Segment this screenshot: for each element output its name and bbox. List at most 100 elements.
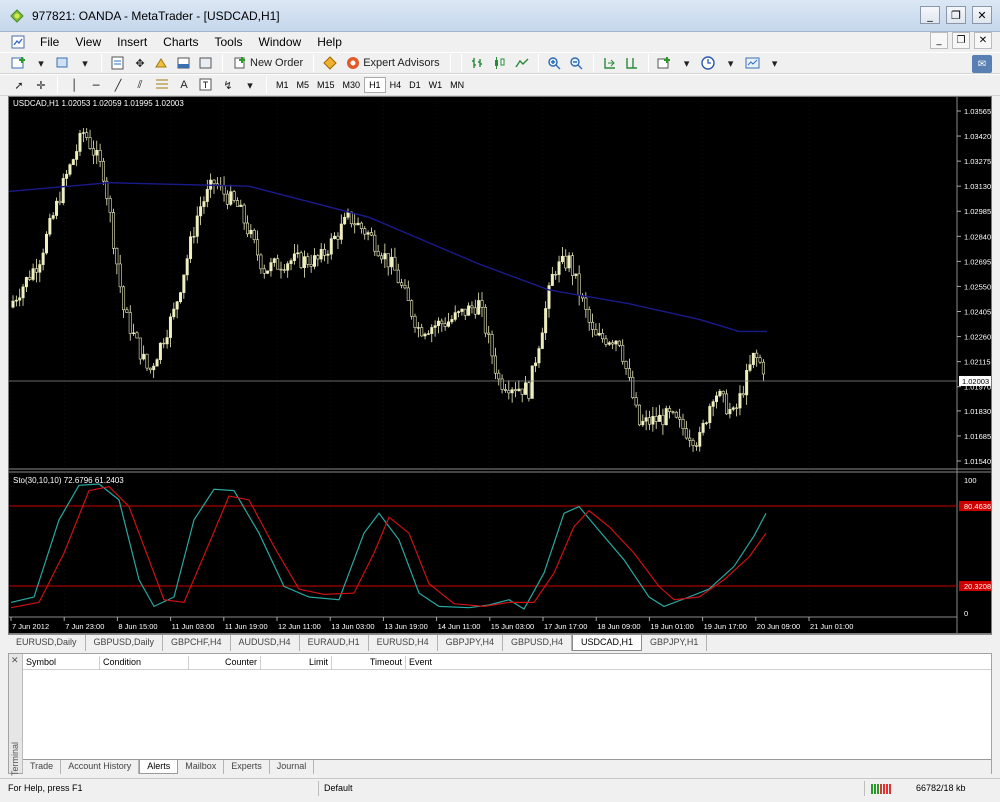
fibonacci-icon[interactable] — [153, 76, 171, 94]
chart-tab-eurusd-h4[interactable]: EURUSD,H4 — [369, 635, 438, 651]
equidistant-channel-icon[interactable]: ⫽ — [131, 76, 149, 94]
candle-body — [122, 286, 126, 311]
column-timeout[interactable]: Timeout — [332, 656, 406, 670]
chart-tab-euraud-h1[interactable]: EURAUD,H1 — [300, 635, 369, 651]
text-tool-icon[interactable]: A — [175, 76, 193, 94]
zoom-in-icon[interactable] — [546, 54, 564, 72]
menu-file[interactable]: File — [32, 35, 67, 49]
chart-tab-audusd-h4[interactable]: AUDUSD,H4 — [231, 635, 300, 651]
dropdown-arrow-icon[interactable]: ▾ — [241, 76, 259, 94]
navigator-icon[interactable] — [153, 54, 171, 72]
timeframe-h1[interactable]: H1 — [364, 77, 386, 93]
metaeditor-icon[interactable] — [321, 54, 339, 72]
menu-tools[interactable]: Tools — [207, 35, 251, 49]
data-window-icon[interactable]: ✥ — [131, 54, 149, 72]
auto-scroll-icon[interactable] — [601, 54, 619, 72]
trendline-icon[interactable]: ╱ — [109, 76, 127, 94]
candle-body — [557, 261, 561, 275]
close-icon[interactable]: ✕ — [11, 656, 19, 666]
timeframe-w1[interactable]: W1 — [425, 77, 447, 93]
candle-body — [550, 273, 554, 286]
market-watch-icon[interactable] — [109, 54, 127, 72]
child-minimize-button[interactable]: _ — [930, 32, 948, 49]
bar-chart-icon[interactable] — [469, 54, 487, 72]
expert-advisors-button[interactable]: Expert Advisors — [343, 54, 442, 72]
close-button[interactable]: ✕ — [972, 6, 992, 24]
chart-tab-gbpusd-daily[interactable]: GBPUSD,Daily — [86, 635, 164, 651]
chart-tab-gbpchf-h4[interactable]: GBPCHF,H4 — [163, 635, 231, 651]
restore-button[interactable]: ❐ — [946, 6, 966, 24]
chart-tab-gbpjpy-h1[interactable]: GBPJPY,H1 — [642, 635, 708, 651]
candle-body — [400, 282, 404, 286]
column-counter[interactable]: Counter — [189, 656, 261, 670]
tab-journal[interactable]: Journal — [270, 760, 315, 774]
menu-insert[interactable]: Insert — [109, 35, 155, 49]
zoom-out-icon[interactable] — [568, 54, 586, 72]
menu-charts[interactable]: Charts — [155, 35, 206, 49]
candle-body — [38, 264, 42, 273]
menu-help[interactable]: Help — [309, 35, 350, 49]
chart-tab-gbpusd-h4[interactable]: GBPUSD,H4 — [503, 635, 572, 651]
help-chat-icon[interactable]: ✉ — [972, 55, 992, 73]
candle-body — [738, 393, 742, 409]
chart-tab-usdcad-h1[interactable]: USDCAD,H1 — [571, 635, 642, 651]
timeframe-h4[interactable]: H4 — [386, 77, 406, 93]
tab-experts[interactable]: Experts — [224, 760, 270, 774]
status-help-text: For Help, press F1 — [8, 783, 83, 793]
menu-view[interactable]: View — [67, 35, 109, 49]
timeframe-d1[interactable]: D1 — [405, 77, 425, 93]
vertical-line-icon[interactable]: │ — [65, 76, 83, 94]
tab-mailbox[interactable]: Mailbox — [178, 760, 225, 774]
column-limit[interactable]: Limit — [261, 656, 332, 670]
dropdown-arrow-icon[interactable]: ▾ — [678, 54, 696, 72]
new-order-button[interactable]: New Order — [230, 54, 306, 72]
periods-clock-icon[interactable] — [700, 54, 718, 72]
timeframe-mn[interactable]: MN — [446, 77, 468, 93]
minimize-button[interactable]: _ — [920, 6, 940, 24]
column-condition[interactable]: Condition — [100, 656, 189, 670]
child-restore-button[interactable]: ❐ — [952, 32, 970, 49]
candlestick-icon[interactable] — [491, 54, 509, 72]
line-studies-toolbar: ➚ ✛ │ ─ ╱ ⫽ A ↯ ▾ M1 M5 M15 M30 H1 H4 D1… — [0, 74, 1000, 96]
tab-account-history[interactable]: Account History — [61, 760, 140, 774]
tab-trade[interactable]: Trade — [23, 760, 62, 774]
candle-body — [199, 206, 203, 217]
chart-shift-icon[interactable] — [623, 54, 641, 72]
child-close-button[interactable]: ✕ — [974, 32, 992, 49]
tab-alerts[interactable]: Alerts — [139, 760, 179, 774]
terminal-icon[interactable] — [175, 54, 193, 72]
strategy-tester-icon[interactable] — [197, 54, 215, 72]
timeframe-m15[interactable]: M15 — [313, 77, 339, 93]
new-chart-icon[interactable] — [10, 54, 28, 72]
crosshair-icon[interactable]: ✛ — [32, 76, 50, 94]
menu-window[interactable]: Window — [251, 35, 310, 49]
line-chart-icon[interactable] — [513, 54, 531, 72]
timeframe-m30[interactable]: M30 — [339, 77, 365, 93]
candle-body — [698, 432, 702, 447]
timeframe-m5[interactable]: M5 — [293, 77, 314, 93]
templates-icon[interactable] — [744, 54, 762, 72]
candle-body — [674, 411, 678, 418]
dropdown-arrow-icon[interactable]: ▾ — [722, 54, 740, 72]
profiles-icon[interactable] — [54, 54, 72, 72]
column-event[interactable]: Event — [406, 656, 991, 670]
column-symbol[interactable]: Symbol — [23, 656, 100, 670]
indicators-icon[interactable] — [656, 54, 674, 72]
chart-tab-eurusd-daily[interactable]: EURUSD,Daily — [8, 635, 86, 651]
text-label-icon[interactable] — [197, 76, 215, 94]
candle-body — [158, 342, 162, 360]
horizontal-line-icon[interactable]: ─ — [87, 76, 105, 94]
candle-body — [467, 305, 471, 316]
dropdown-arrow-icon[interactable]: ▾ — [766, 54, 784, 72]
chart-tab-gbpjpy-h4[interactable]: GBPJPY,H4 — [438, 635, 503, 651]
candle-body — [393, 256, 397, 271]
candle-body — [661, 414, 665, 426]
chart-window[interactable]: USDCAD,H1 1.02053 1.02059 1.01995 1.0200… — [8, 96, 992, 634]
dropdown-arrow-icon[interactable]: ▾ — [32, 54, 50, 72]
price-chart[interactable]: USDCAD,H1 1.02053 1.02059 1.01995 1.0200… — [9, 97, 991, 633]
dropdown-arrow-icon[interactable]: ▾ — [76, 54, 94, 72]
candle-body — [634, 397, 638, 406]
arrow-tool-icon[interactable]: ↯ — [219, 76, 237, 94]
timeframe-m1[interactable]: M1 — [272, 77, 293, 93]
cursor-icon[interactable]: ➚ — [10, 76, 28, 94]
